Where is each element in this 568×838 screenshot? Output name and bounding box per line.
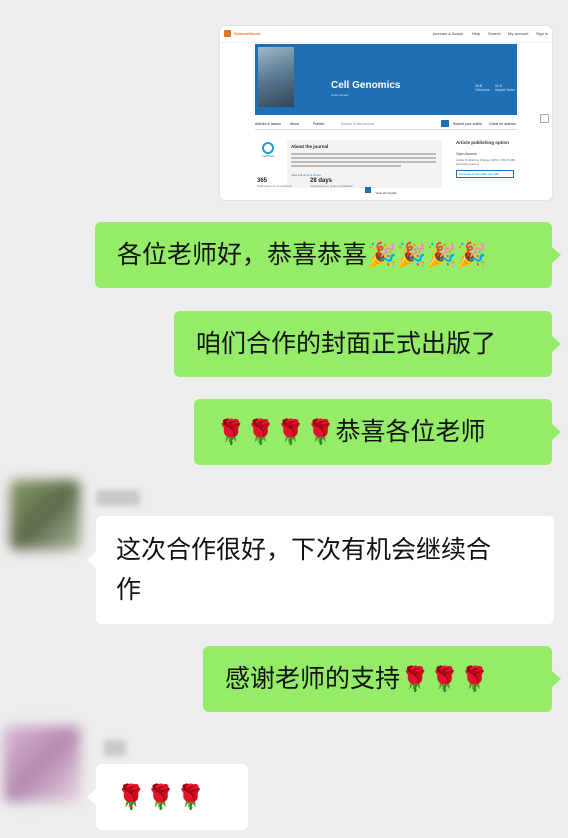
message-text: 感谢老师的支持: [225, 664, 401, 693]
cellpress-logo: CellPress: [256, 142, 280, 158]
stat-1: 365 Submission to acceptance: [257, 178, 293, 188]
banner-metric-2: 11.5 Impact factor: [495, 84, 516, 92]
message-outgoing-3[interactable]: 🌹🌹🌹🌹恭喜各位老师: [194, 399, 561, 465]
message-incoming-2[interactable]: 🌹🌹🌹: [87, 764, 248, 830]
message-text: 咱们合作的封面正式出版了: [196, 329, 497, 358]
option-subtitle: Open Access: [456, 152, 477, 156]
message-incoming-1[interactable]: 这次合作很好，下次有机会继续合 作: [87, 516, 554, 624]
shared-screenshot-image[interactable]: ScienceDirect Journals & Books Help Sear…: [220, 26, 552, 200]
journal-cover-image: [258, 47, 294, 107]
party-popper-icons: 🎉🎉🎉🎉: [367, 241, 487, 269]
banner-metric-1: 19.8 Citescore: [475, 84, 490, 92]
journal-title: Cell Genomics: [331, 80, 401, 91]
nav-guide: Guide for authors: [489, 122, 517, 126]
top-link-help: Help: [472, 31, 481, 36]
message-outgoing-4[interactable]: 感谢老师的支持🌹🌹🌹: [203, 646, 561, 712]
elsevier-logo-icon: [224, 30, 231, 37]
journal-nav: Articles & Issues About Publish Search i…: [255, 119, 517, 130]
message-outgoing-2[interactable]: 咱们合作的封面正式出版了: [174, 311, 561, 377]
search-icon: [441, 120, 449, 127]
nav-publish: Publish: [313, 122, 325, 126]
contact-avatar-2[interactable]: [4, 726, 80, 802]
insights-icon: [365, 186, 371, 193]
option-note: Article Publishing Charge (APC): USD 8,0…: [456, 158, 516, 166]
insights-link: View all insights: [365, 181, 397, 199]
cellpress-logo-icon: [262, 142, 274, 154]
contact-name-2: [104, 740, 126, 756]
message-text-line-1: 这次合作很好，下次有机会继续合: [116, 535, 492, 564]
stat-2: 28 days Acceptance to online publication: [310, 178, 354, 188]
contact-name: [96, 490, 140, 506]
message-text: 各位老师好，恭喜恭喜: [117, 240, 368, 269]
option-title: Article publishing option: [456, 140, 509, 145]
about-link: View full aims & scope: [291, 173, 321, 177]
about-title: About the journal: [291, 144, 329, 149]
rose-icons: 🌹🌹🌹: [116, 783, 206, 811]
site-name: ScienceDirect: [234, 31, 261, 36]
message-text-line-2: 作: [116, 575, 142, 604]
compare-button: Compare to the other journals: [456, 170, 514, 178]
rose-icons: 🌹🌹🌹🌹: [216, 418, 336, 446]
screenshot-header: ScienceDirect Journals & Books Help Sear…: [220, 26, 552, 43]
contact-avatar[interactable]: [10, 480, 80, 550]
nav-articles: Articles & Issues: [255, 122, 281, 126]
journal-banner: Cell Genomics Open access 19.8 Citescore…: [255, 44, 517, 115]
message-text: 恭喜各位老师: [335, 417, 486, 446]
publishing-option: Article publishing option Open Access Ar…: [456, 140, 526, 190]
message-outgoing-1[interactable]: 各位老师好，恭喜恭喜🎉🎉🎉🎉: [95, 222, 561, 288]
nav-search: Search in this journal: [341, 122, 374, 126]
rose-icons: 🌹🌹🌹: [400, 665, 490, 693]
scroll-up-icon: [540, 114, 549, 123]
top-link-search: Search: [488, 31, 501, 36]
nav-submit: Submit your article: [453, 122, 482, 126]
top-link-signin: Sign in: [536, 31, 549, 36]
nav-about: About: [290, 122, 300, 126]
top-link-journals: Journals & Books: [432, 31, 464, 36]
journal-subtitle: Open access: [331, 93, 349, 97]
top-link-account: My account: [508, 31, 529, 36]
